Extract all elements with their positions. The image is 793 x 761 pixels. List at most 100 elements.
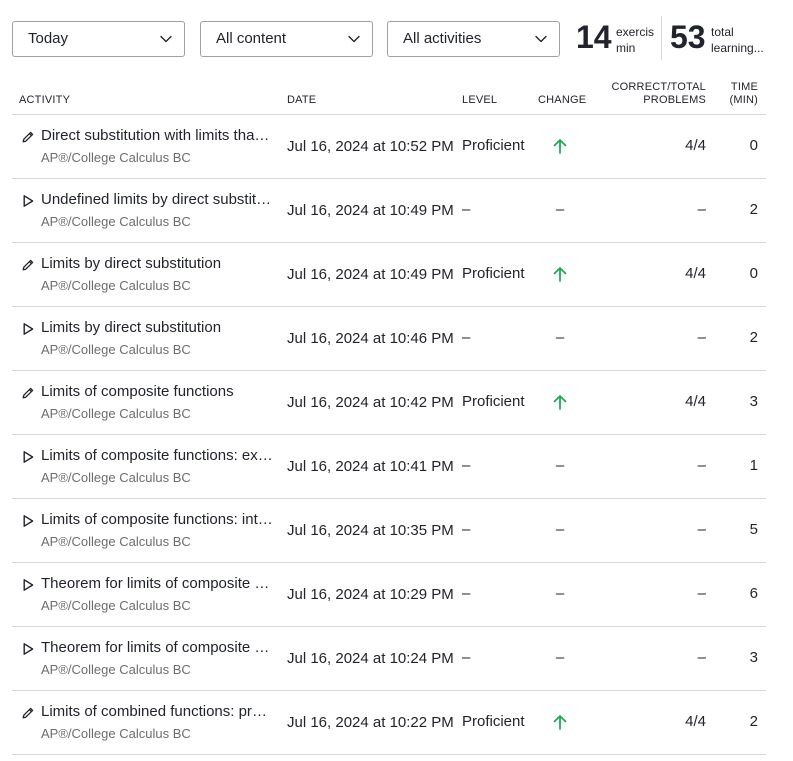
change-value: – [555,585,565,602]
activity-course: AP®/College Calculus BC [41,278,191,293]
change-value: – [555,521,565,538]
exercise-minutes-label-line1: exercis [616,25,655,39]
activity-level: Proficient [462,265,525,282]
activity-course: AP®/College Calculus BC [41,150,191,165]
table-row[interactable]: Direct substitution with limits that ...… [12,115,766,179]
table-row[interactable]: Limits of composite functions: inte... AP… [12,499,766,563]
activity-course: AP®/College Calculus BC [41,470,191,485]
header-correct-total[interactable]: CORRECT/TOTAL PROBLEMS [612,81,706,107]
activity-title-link[interactable]: Limits of composite functions: ext... [41,447,273,465]
time-minutes-value: 3 [749,393,758,410]
content-dropdown[interactable]: All content [200,21,373,57]
table-header: ACTIVITY DATE LEVEL CHANGE CORRECT/TOTAL… [12,80,766,115]
activity-date: Jul 16, 2024 at 10:22 PM [287,714,454,731]
total-learning-value: 53 [670,19,706,55]
header-time-line2: (MIN) [729,94,758,106]
activity-course: AP®/College Calculus BC [41,726,191,741]
stat-divider [661,16,662,60]
activity-level: Proficient [462,137,525,154]
activity-title-link[interactable]: Limits of composite functions: inte... [41,511,273,529]
change-up-arrow-icon [552,137,568,155]
table-row[interactable]: Theorem for limits of composite fu... AP®… [12,627,766,691]
content-dropdown-value: All content [216,30,287,47]
activity-level: – [462,201,471,218]
total-learning-label-line2: learning... [711,41,764,55]
exercise-minutes-value: 14 [576,19,612,55]
activity-date: Jul 16, 2024 at 10:42 PM [287,394,454,411]
activity-date: Jul 16, 2024 at 10:35 PM [287,522,454,539]
activity-level: Proficient [462,713,525,730]
play-icon [21,514,35,528]
play-icon [21,578,35,592]
activity-course: AP®/College Calculus BC [41,406,191,421]
activity-title-link[interactable]: Limits by direct substitution [41,255,273,273]
header-level[interactable]: LEVEL [462,94,497,107]
time-minutes-value: 1 [749,457,758,474]
activity-title-link[interactable]: Limits of combined functions: prod... [41,703,273,721]
total-learning-label: total learning... [711,24,767,56]
activity-level: – [462,329,471,346]
table-row[interactable]: Limits by direct substitution AP®/College… [12,243,766,307]
table-row[interactable]: Limits of combined functions: prod... AP®… [12,691,766,755]
activity-title-link[interactable]: Theorem for limits of composite fu... [41,639,273,657]
activity-date: Jul 16, 2024 at 10:41 PM [287,458,454,475]
activity-course: AP®/College Calculus BC [41,214,191,229]
activity-level: – [462,521,471,538]
activity-title-link[interactable]: Limits by direct substitution [41,319,273,337]
table-row[interactable]: Limits by direct substitution AP®/College… [12,307,766,371]
correct-total-value: – [697,585,706,602]
change-value: – [555,457,565,474]
header-date[interactable]: DATE [287,94,316,107]
activity-course: AP®/College Calculus BC [41,598,191,613]
time-minutes-value: 2 [749,713,758,730]
chevron-down-icon [348,35,360,43]
correct-total-value: 4/4 [685,137,706,154]
activity-course: AP®/College Calculus BC [41,342,191,357]
activity-date: Jul 16, 2024 at 10:49 PM [287,202,454,219]
correct-total-value: – [697,649,706,666]
period-dropdown[interactable]: Today [12,21,185,57]
header-time[interactable]: TIME (MIN) [730,81,759,107]
activity-title-link[interactable]: Direct substitution with limits that ... [41,127,273,145]
correct-total-value: – [697,201,706,218]
exercise-minutes-label: exercis min [616,24,655,56]
time-minutes-value: 5 [749,521,758,538]
activity-level: – [462,585,471,602]
total-learning-label-line1: total [711,25,734,39]
change-value: – [555,201,565,218]
table-row[interactable]: Limits of composite functions AP®/College… [12,371,766,435]
activity-date: Jul 16, 2024 at 10:29 PM [287,586,454,603]
total-learning-stat: 53 total learning... [670,16,793,60]
correct-total-value: – [697,329,706,346]
table-row[interactable]: Undefined limits by direct substitu... AP… [12,179,766,243]
header-change[interactable]: CHANGE [538,94,586,107]
play-icon [21,194,35,208]
chevron-down-icon [535,35,547,43]
period-dropdown-value: Today [28,30,69,47]
activity-level: Proficient [462,393,525,410]
time-minutes-value: 0 [749,265,758,282]
activity-title-link[interactable]: Theorem for limits of composite fu... [41,575,273,593]
activity-date: Jul 16, 2024 at 10:46 PM [287,330,454,347]
activity-course: AP®/College Calculus BC [41,662,191,677]
change-value: – [555,649,565,666]
correct-total-value: 4/4 [685,265,706,282]
change-up-arrow-icon [552,393,568,411]
time-minutes-value: 3 [749,649,758,666]
play-icon [21,642,35,656]
pencil-icon [21,386,35,400]
exercise-minutes-stat: 14 exercis min [576,16,656,60]
activity-level: – [462,457,471,474]
header-activity[interactable]: ACTIVITY [19,94,70,107]
change-up-arrow-icon [552,713,568,731]
table-row[interactable]: Limits of composite functions: ext... AP®… [12,435,766,499]
activities-dropdown[interactable]: All activities [387,21,560,57]
activity-title-link[interactable]: Undefined limits by direct substitu... [41,191,273,209]
pencil-icon [21,706,35,720]
table-row[interactable]: Theorem for limits of composite fu... AP®… [12,563,766,627]
activity-date: Jul 16, 2024 at 10:49 PM [287,266,454,283]
activity-title-link[interactable]: Limits of composite functions [41,383,273,401]
time-minutes-value: 6 [749,585,758,602]
correct-total-value: – [697,457,706,474]
activity-date: Jul 16, 2024 at 10:52 PM [287,138,454,155]
